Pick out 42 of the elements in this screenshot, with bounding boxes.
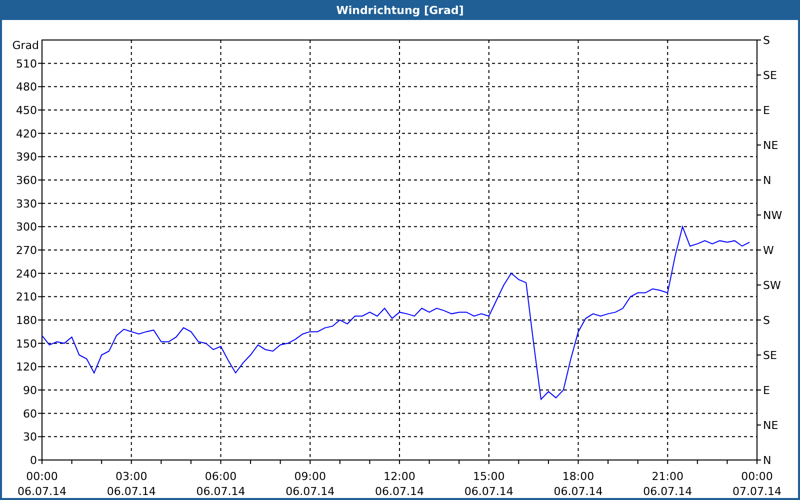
y-tick-label: 0 xyxy=(30,454,37,467)
x-tick-label: 15:00 06.07.14 xyxy=(464,470,514,498)
compass-label: NE xyxy=(763,139,778,152)
y-tick-label: 330 xyxy=(16,197,37,210)
compass-label: S xyxy=(763,314,770,327)
compass-label: SE xyxy=(763,349,777,362)
y-tick-label: 180 xyxy=(16,314,37,327)
compass-label: NE xyxy=(763,419,778,432)
y-tick-label: 30 xyxy=(23,430,37,444)
compass-label: N xyxy=(763,454,772,467)
x-tick-label: 03:00 06.07.14 xyxy=(106,470,156,498)
compass-label: NW xyxy=(763,209,782,222)
compass-label: E xyxy=(763,104,770,117)
y-tick-label: 90 xyxy=(23,384,37,397)
y-tick-label: 510 xyxy=(16,57,37,70)
y-tick-label: 150 xyxy=(16,337,37,350)
compass-label: N xyxy=(763,174,772,187)
y-axis-label: Grad xyxy=(12,39,39,52)
compass-label: SW xyxy=(763,279,781,292)
y-tick-label: 240 xyxy=(16,267,37,280)
x-tick-label: 21:00 06.07.14 xyxy=(643,470,692,498)
compass-label: SE xyxy=(763,69,777,82)
x-tick-label: 12:00 06.07.14 xyxy=(375,470,424,498)
x-tick-label: 06:00 06.07.14 xyxy=(196,470,246,498)
y-tick-label: 300 xyxy=(16,220,37,234)
y-tick-label: 360 xyxy=(16,174,37,187)
y-tick-label: 120 xyxy=(16,360,37,374)
y-tick-label: 270 xyxy=(16,244,37,257)
y-tick-label: 390 xyxy=(16,150,37,164)
x-tick-label: 18:00 06.07.14 xyxy=(554,470,603,498)
y-tick-label: 60 xyxy=(23,407,37,420)
y-tick-label: 420 xyxy=(16,127,37,140)
x-tick-label: 00:00 07.07.14 xyxy=(732,470,782,498)
y-tick-label: 210 xyxy=(16,290,37,304)
compass-label: W xyxy=(763,244,774,257)
x-tick-label: 00:00 06.07.14 xyxy=(18,470,66,498)
x-tick-label: 09:00 06.07.14 xyxy=(286,470,335,498)
y-tick-label: 450 xyxy=(16,104,37,117)
window-title: Windrichtung [Grad] xyxy=(336,4,464,16)
compass-label: E xyxy=(763,384,770,397)
y-tick-label: 480 xyxy=(16,80,37,94)
compass-label: S xyxy=(763,34,770,47)
